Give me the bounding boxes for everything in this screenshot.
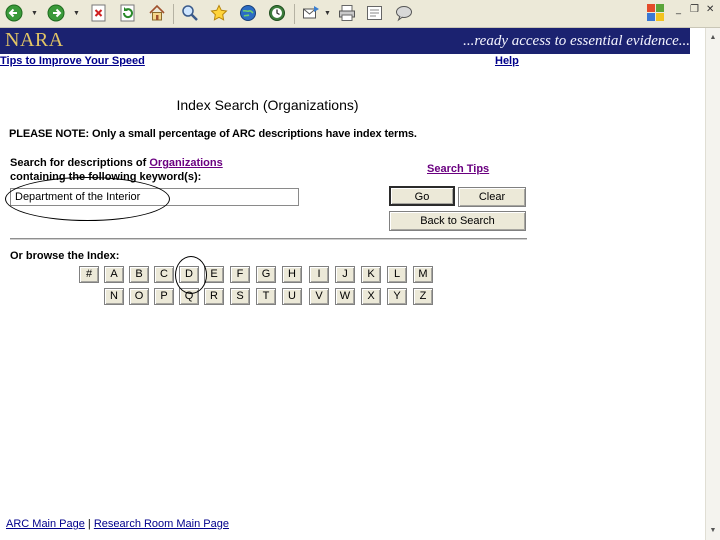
mail-dropdown-icon[interactable]: ▼: [324, 10, 331, 17]
help-link[interactable]: Help: [495, 55, 519, 67]
mail-icon[interactable]: [300, 2, 322, 24]
close-button[interactable]: ✕: [706, 4, 714, 15]
index-button-p[interactable]: P: [154, 288, 174, 305]
index-button-b[interactable]: B: [129, 266, 149, 283]
section-divider: [10, 238, 527, 240]
index-button-m[interactable]: M: [413, 266, 433, 283]
index-button-h[interactable]: H: [282, 266, 302, 283]
index-button-r[interactable]: R: [204, 288, 224, 305]
research-room-link[interactable]: Research Room Main Page: [94, 518, 229, 530]
discuss-icon[interactable]: [393, 2, 415, 24]
index-button-d[interactable]: D: [179, 266, 199, 283]
browse-label: Or browse the Index:: [10, 250, 120, 262]
index-button-t[interactable]: T: [256, 288, 276, 305]
forward-dropdown-icon[interactable]: ▼: [73, 10, 80, 17]
footer-separator: |: [84, 518, 94, 530]
index-button-x[interactable]: X: [361, 288, 381, 305]
scroll-down-icon[interactable]: ▼: [706, 523, 720, 537]
index-button-w[interactable]: W: [335, 288, 355, 305]
go-button[interactable]: Go: [389, 186, 455, 206]
index-note: PLEASE NOTE: Only a small percentage of …: [9, 128, 417, 140]
clear-button[interactable]: Clear: [458, 187, 526, 207]
index-button-c[interactable]: C: [154, 266, 174, 283]
restore-button[interactable]: ❐: [690, 4, 699, 15]
page-title: Index Search (Organizations): [176, 97, 359, 113]
scroll-up-icon[interactable]: ▲: [706, 30, 720, 44]
index-button-f[interactable]: F: [230, 266, 250, 283]
windows-logo-icon: [645, 2, 667, 24]
edit-icon[interactable]: [364, 2, 386, 24]
arc-main-page-link[interactable]: ARC Main Page: [6, 518, 85, 530]
banner-tagline: ...ready access to essential evidence...: [463, 33, 690, 49]
index-button-l[interactable]: L: [387, 266, 407, 283]
index-button-u[interactable]: U: [282, 288, 302, 305]
index-button-z[interactable]: Z: [413, 288, 433, 305]
index-button-q[interactable]: Q: [179, 288, 199, 305]
index-button-s[interactable]: S: [230, 288, 250, 305]
index-button-i[interactable]: I: [309, 266, 329, 283]
search-icon[interactable]: [179, 2, 201, 24]
stop-icon[interactable]: [88, 2, 110, 24]
index-button-e[interactable]: E: [204, 266, 224, 283]
nara-banner: NARA ...ready access to essential eviden…: [0, 28, 690, 54]
nara-logo[interactable]: NARA: [5, 29, 64, 52]
toolbar-separator: [294, 4, 295, 24]
back-to-search-button[interactable]: Back to Search: [389, 211, 526, 231]
index-button-a[interactable]: A: [104, 266, 124, 283]
footer-links: ARC Main Page | Research Room Main Page: [6, 518, 229, 530]
back-dropdown-icon[interactable]: ▼: [31, 10, 38, 17]
index-button-v[interactable]: V: [309, 288, 329, 305]
forward-icon[interactable]: [45, 2, 67, 24]
index-button-k[interactable]: K: [361, 266, 381, 283]
media-icon[interactable]: [237, 2, 259, 24]
back-icon[interactable]: [3, 2, 25, 24]
keyword-input[interactable]: [10, 188, 299, 206]
index-button-g[interactable]: G: [256, 266, 276, 283]
organizations-link[interactable]: Organizations: [149, 157, 222, 169]
print-icon[interactable]: [336, 2, 358, 24]
search-label-suffix: containing the following keyword(s):: [10, 171, 202, 183]
toolbar-separator: [173, 4, 174, 24]
search-tips-link[interactable]: Search Tips: [427, 163, 489, 175]
browser-toolbar: ▼ ▼ ▼ _ ❐ ✕: [0, 0, 720, 28]
search-label: Search for descriptions of Organizations…: [10, 156, 223, 184]
minimize-button[interactable]: _: [676, 4, 681, 15]
index-button-hash[interactable]: #: [79, 266, 99, 283]
search-label-prefix: Search for descriptions of: [10, 157, 150, 169]
index-button-n[interactable]: N: [104, 288, 124, 305]
index-button-o[interactable]: O: [129, 288, 149, 305]
speed-tips-link[interactable]: Tips to Improve Your Speed: [0, 55, 145, 67]
vertical-scrollbar[interactable]: ▲ ▼: [705, 28, 720, 540]
history-icon[interactable]: [266, 2, 288, 24]
home-icon[interactable]: [146, 2, 168, 24]
refresh-icon[interactable]: [117, 2, 139, 24]
index-button-j[interactable]: J: [335, 266, 355, 283]
index-button-y[interactable]: Y: [387, 288, 407, 305]
favorites-icon[interactable]: [208, 2, 230, 24]
search-tips: Search Tips: [427, 163, 489, 175]
